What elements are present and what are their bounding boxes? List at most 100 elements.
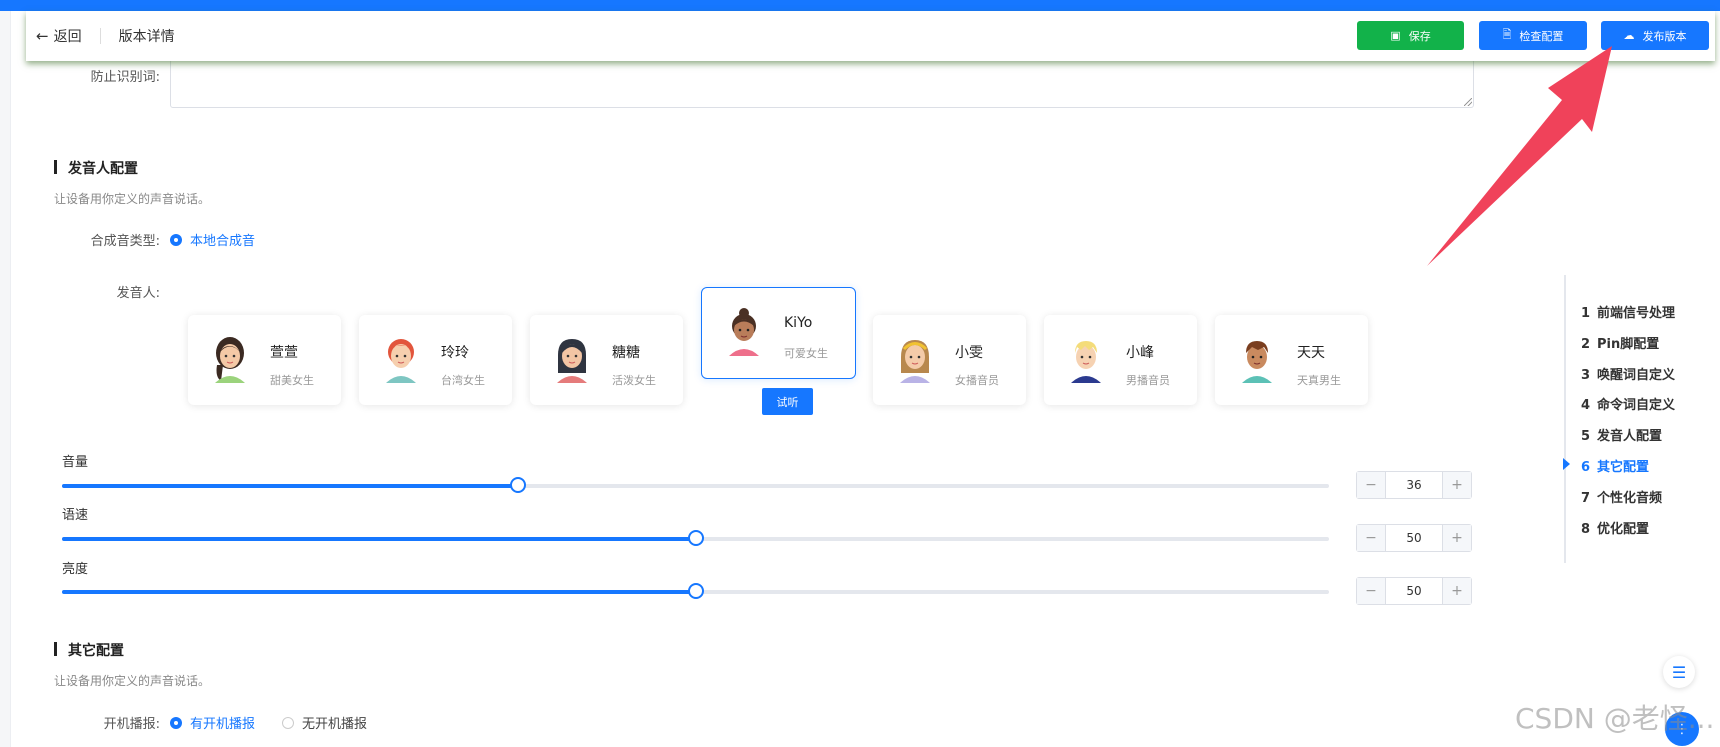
brightness-slider-thumb[interactable] bbox=[687, 583, 704, 599]
toc-item[interactable]: 2 Pin脚配置 bbox=[1581, 333, 1659, 352]
top-accent-bar bbox=[0, 0, 1720, 11]
toc-item-num: 8 bbox=[1581, 522, 1591, 537]
speaker-card[interactable]: 小峰 男播音员 bbox=[1044, 315, 1197, 405]
toc-item-label: 其它配置 bbox=[1597, 460, 1650, 475]
speaker-card[interactable]: 萱萱 甜美女生 bbox=[188, 315, 341, 405]
speaker-section-desc: 让设备用你定义的声音说话。 bbox=[54, 192, 211, 206]
speed-slider-thumb[interactable] bbox=[687, 530, 704, 546]
brightness-slider[interactable] bbox=[62, 583, 1329, 599]
toc-item-num: 4 bbox=[1581, 398, 1591, 413]
listen-button[interactable]: 试听 bbox=[762, 388, 813, 415]
menu-icon[interactable]: ☰ bbox=[1663, 656, 1695, 688]
speaker-name: 小峰 bbox=[1126, 345, 1154, 361]
toc-item-label: 个性化音频 bbox=[1597, 491, 1663, 506]
toc-item-num: 5 bbox=[1581, 429, 1591, 444]
speed-stepper[interactable]: − 50 + bbox=[1356, 524, 1472, 552]
toc-item-num: 2 bbox=[1581, 337, 1591, 352]
speaker-section-title: 发音人配置 bbox=[54, 158, 138, 178]
toc-item-label: 唤醒词自定义 bbox=[1597, 368, 1676, 383]
speaker-name: 天天 bbox=[1297, 345, 1325, 361]
toc-item[interactable]: 7 个性化音频 bbox=[1581, 487, 1662, 506]
speaker-desc: 台湾女生 bbox=[441, 374, 485, 387]
brightness-value[interactable]: 50 bbox=[1386, 584, 1442, 598]
toc-item-label: Pin脚配置 bbox=[1597, 337, 1660, 352]
speaker-card[interactable]: 小雯 女播音员 bbox=[873, 315, 1026, 405]
boot-announce-off-option[interactable]: 无开机播报 bbox=[282, 713, 367, 732]
boot-announce-on-label: 有开机播报 bbox=[190, 717, 256, 732]
toc-item-num: 6 bbox=[1581, 460, 1591, 475]
back-arrow-icon: ← bbox=[36, 27, 49, 45]
toc-item-active[interactable]: 6 其它配置 bbox=[1581, 456, 1649, 475]
anti-wake-label: 防止识别词: bbox=[90, 70, 160, 85]
toc-item-label: 优化配置 bbox=[1597, 522, 1650, 537]
toc-item-label: 前端信号处理 bbox=[1597, 306, 1676, 321]
speed-value[interactable]: 50 bbox=[1386, 531, 1442, 545]
speaker-desc: 甜美女生 bbox=[270, 374, 314, 387]
other-section-title: 其它配置 bbox=[54, 640, 124, 660]
other-section-desc: 让设备用你定义的声音说话。 bbox=[54, 674, 211, 688]
toc-item[interactable]: 8 优化配置 bbox=[1581, 518, 1649, 537]
speaker-card-selected[interactable]: KiYo 可爱女生 bbox=[701, 287, 856, 379]
page-title: 版本详情 bbox=[118, 29, 175, 45]
anti-wake-textarea[interactable] bbox=[170, 59, 1474, 108]
plus-icon[interactable]: + bbox=[1442, 525, 1471, 551]
speaker-name: 萱萱 bbox=[270, 345, 298, 361]
speaker-desc: 男播音员 bbox=[1126, 374, 1170, 387]
volume-slider[interactable] bbox=[62, 477, 1329, 493]
minus-icon[interactable]: − bbox=[1357, 578, 1386, 604]
girl-headband-avatar-icon bbox=[900, 340, 930, 383]
volume-value[interactable]: 36 bbox=[1386, 478, 1442, 492]
toc-active-marker-icon bbox=[1563, 458, 1570, 470]
minus-icon[interactable]: − bbox=[1357, 472, 1386, 498]
girl-darkhair-avatar-icon bbox=[557, 339, 587, 383]
speaker-name: 小雯 bbox=[955, 345, 983, 361]
girl-redhair-avatar-icon bbox=[386, 339, 416, 383]
back-button[interactable]: ← 返回 bbox=[36, 26, 82, 46]
toc-item[interactable]: 1 前端信号处理 bbox=[1581, 302, 1675, 321]
minus-icon[interactable]: − bbox=[1357, 525, 1386, 551]
boy-blonde-avatar-icon bbox=[1071, 341, 1101, 383]
speaker-card[interactable]: 天天 天真男生 bbox=[1215, 315, 1368, 405]
volume-stepper[interactable]: − 36 + bbox=[1356, 471, 1472, 499]
boot-announce-on-option[interactable]: 有开机播报 bbox=[170, 713, 255, 732]
speaker-desc: 可爱女生 bbox=[784, 347, 828, 360]
brightness-slider-fill bbox=[62, 590, 696, 594]
volume-slider-fill bbox=[62, 484, 519, 488]
speaker-desc: 女播音员 bbox=[955, 374, 999, 387]
annotation-arrow-icon bbox=[1427, 46, 1612, 266]
speaker-card[interactable]: 玲玲 台湾女生 bbox=[359, 315, 512, 405]
speaker-card[interactable]: 糖糖 活泼女生 bbox=[530, 315, 683, 405]
speed-slider[interactable] bbox=[62, 530, 1329, 546]
boot-announce-label: 开机播报: bbox=[103, 717, 160, 732]
synth-type-label: 合成音类型: bbox=[90, 234, 160, 249]
speaker-name: 玲玲 bbox=[441, 345, 469, 361]
toc-item[interactable]: 3 唤醒词自定义 bbox=[1581, 364, 1675, 383]
plus-icon[interactable]: + bbox=[1442, 578, 1471, 604]
toc-item-num: 3 bbox=[1581, 368, 1591, 383]
toc-item-label: 发音人配置 bbox=[1597, 429, 1663, 444]
synth-type-value: 本地合成音 bbox=[190, 234, 256, 249]
brightness-stepper[interactable]: − 50 + bbox=[1356, 577, 1472, 605]
radio-checked-icon[interactable] bbox=[170, 233, 182, 246]
left-gutter bbox=[0, 11, 11, 747]
synth-type-option[interactable]: 本地合成音 bbox=[170, 230, 255, 249]
boot-announce-off-label: 无开机播报 bbox=[302, 717, 368, 732]
publish-label: 发布版本 bbox=[1642, 29, 1687, 43]
header-divider bbox=[99, 28, 101, 44]
toc-item-label: 命令词自定义 bbox=[1597, 398, 1676, 413]
girl-braid-avatar-icon bbox=[215, 337, 245, 383]
back-label: 返回 bbox=[53, 29, 82, 45]
toc-item[interactable]: 5 发音人配置 bbox=[1581, 425, 1662, 444]
boy-brown-avatar-icon bbox=[1242, 341, 1272, 383]
plus-icon[interactable]: + bbox=[1442, 472, 1471, 498]
toc-item-num: 7 bbox=[1581, 491, 1591, 506]
radio-checked-icon[interactable] bbox=[170, 716, 182, 729]
girl-bun-avatar-icon bbox=[729, 308, 759, 356]
speaker-name: 糖糖 bbox=[612, 345, 640, 361]
volume-slider-thumb[interactable] bbox=[510, 477, 527, 493]
watermark-text: CSDN @老怪... bbox=[1515, 702, 1715, 735]
volume-label: 音量 bbox=[62, 455, 89, 470]
speed-slider-fill bbox=[62, 537, 696, 541]
radio-unchecked-icon[interactable] bbox=[282, 716, 294, 729]
toc-item[interactable]: 4 命令词自定义 bbox=[1581, 394, 1675, 413]
